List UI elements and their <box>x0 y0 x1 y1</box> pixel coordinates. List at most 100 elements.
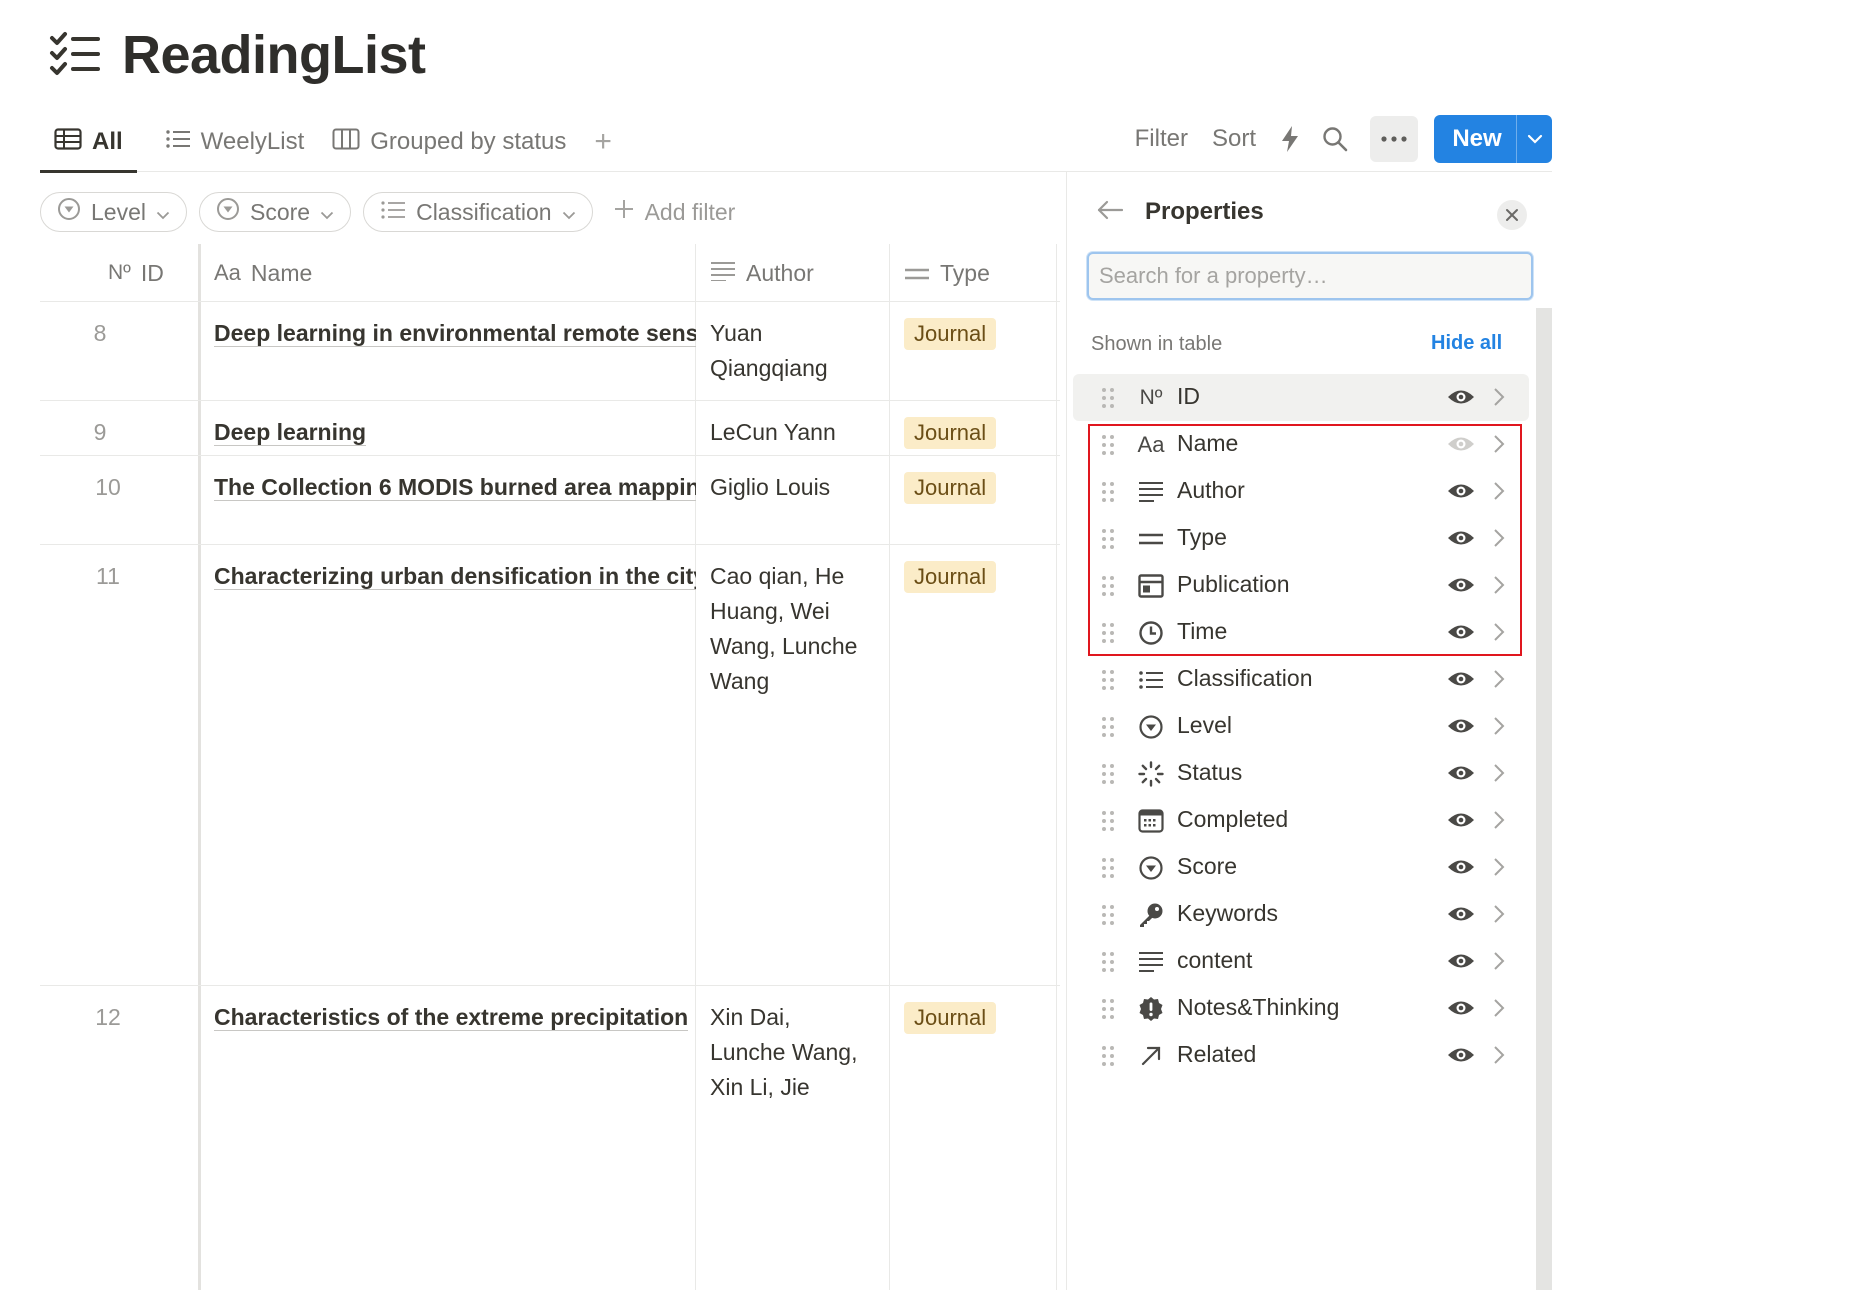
add-view-icon[interactable]: + <box>594 112 612 172</box>
column-header-author[interactable]: Author <box>710 244 814 302</box>
eye-icon[interactable] <box>1447 811 1475 834</box>
filter-button[interactable]: Filter <box>1135 125 1188 153</box>
eye-icon[interactable] <box>1447 717 1475 740</box>
property-item-related[interactable]: Related <box>1073 1032 1529 1079</box>
table-row[interactable]: 8 Deep learning in environmental remote … <box>40 302 1060 401</box>
eye-icon[interactable] <box>1447 435 1475 458</box>
property-item-id[interactable]: Nº ID <box>1073 374 1529 421</box>
new-button[interactable]: New <box>1434 125 1516 153</box>
drag-handle-icon[interactable] <box>1101 434 1115 461</box>
drag-handle-icon[interactable] <box>1101 669 1115 696</box>
column-header-name[interactable]: Aa Name <box>214 244 312 302</box>
row-name[interactable]: Deep learning <box>214 415 696 450</box>
property-item-publication[interactable]: Publication <box>1073 562 1529 609</box>
sort-button[interactable]: Sort <box>1212 125 1256 153</box>
more-options-button[interactable] <box>1370 116 1418 162</box>
chevron-right-icon[interactable] <box>1493 622 1505 647</box>
eye-icon[interactable] <box>1447 1046 1475 1069</box>
close-icon[interactable] <box>1497 200 1527 230</box>
tab-all[interactable]: All <box>40 112 137 173</box>
page-title: ReadingList <box>122 25 426 85</box>
drag-handle-icon[interactable] <box>1101 998 1115 1025</box>
property-item-status[interactable]: Status <box>1073 750 1529 797</box>
chevron-right-icon[interactable] <box>1493 951 1505 976</box>
chevron-right-icon[interactable] <box>1493 434 1505 459</box>
tab-weelylist[interactable]: WeelyList <box>165 112 304 172</box>
drag-handle-icon[interactable] <box>1101 622 1115 649</box>
chevron-right-icon[interactable] <box>1493 810 1505 835</box>
row-name[interactable]: Deep learning in environmental remote se… <box>214 316 696 351</box>
property-search-input[interactable] <box>1087 252 1533 300</box>
eye-icon[interactable] <box>1447 576 1475 599</box>
drag-handle-icon[interactable] <box>1101 716 1115 743</box>
eye-icon[interactable] <box>1447 905 1475 928</box>
add-filter-button[interactable]: Add filter <box>613 198 735 226</box>
chevron-right-icon[interactable] <box>1493 857 1505 882</box>
eye-icon[interactable] <box>1447 999 1475 1022</box>
chevron-right-icon[interactable] <box>1493 1045 1505 1070</box>
chevron-right-icon[interactable] <box>1493 387 1505 412</box>
property-item-time[interactable]: Time <box>1073 609 1529 656</box>
chevron-right-icon[interactable] <box>1493 716 1505 741</box>
chevron-down-icon[interactable] <box>1516 115 1552 163</box>
filter-chip-score[interactable]: Score <box>198 192 352 232</box>
property-item-completed[interactable]: Completed <box>1073 797 1529 844</box>
row-name[interactable]: Characterizing urban densification in th… <box>214 559 696 594</box>
property-item-level[interactable]: Level <box>1073 703 1529 750</box>
drag-handle-icon[interactable] <box>1101 528 1115 555</box>
property-item-type[interactable]: Type <box>1073 515 1529 562</box>
calendar-icon <box>1137 807 1165 835</box>
list-icon <box>165 128 191 156</box>
hide-all-button[interactable]: Hide all <box>1431 332 1502 355</box>
property-item-content[interactable]: content <box>1073 938 1529 985</box>
row-name[interactable]: Characteristics of the extreme precipita… <box>214 1000 696 1035</box>
eye-icon[interactable] <box>1447 858 1475 881</box>
chevron-right-icon[interactable] <box>1493 998 1505 1023</box>
drag-handle-icon[interactable] <box>1101 387 1115 414</box>
chevron-right-icon[interactable] <box>1493 669 1505 694</box>
chevron-right-icon[interactable] <box>1493 575 1505 600</box>
panel-scrollbar[interactable] <box>1536 308 1552 1290</box>
drag-handle-icon[interactable] <box>1101 810 1115 837</box>
arrow-left-icon[interactable] <box>1097 200 1124 225</box>
eye-icon[interactable] <box>1447 529 1475 552</box>
chevron-right-icon[interactable] <box>1493 763 1505 788</box>
eye-icon[interactable] <box>1447 764 1475 787</box>
row-name[interactable]: The Collection 6 MODIS burned area mappi… <box>214 470 696 505</box>
property-item-keywords[interactable]: Keywords <box>1073 891 1529 938</box>
drag-handle-icon[interactable] <box>1101 951 1115 978</box>
chevron-right-icon[interactable] <box>1493 481 1505 506</box>
property-label: Level <box>1177 712 1232 738</box>
drag-handle-icon[interactable] <box>1101 481 1115 508</box>
properties-panel: Properties Shown in table Hide all Nº ID… <box>1066 172 1552 1290</box>
drag-handle-icon[interactable] <box>1101 575 1115 602</box>
property-item-author[interactable]: Author <box>1073 468 1529 515</box>
eye-icon[interactable] <box>1447 623 1475 646</box>
property-item-notes-thinking[interactable]: Notes&Thinking <box>1073 985 1529 1032</box>
search-icon[interactable] <box>1322 126 1348 152</box>
column-header-id[interactable]: Nº ID <box>108 244 164 302</box>
table-row[interactable]: 11 Characterizing urban densification in… <box>40 545 1060 986</box>
table-row[interactable]: 12 Characteristics of the extreme precip… <box>40 986 1060 1290</box>
chevron-right-icon[interactable] <box>1493 528 1505 553</box>
drag-handle-icon[interactable] <box>1101 857 1115 884</box>
eye-icon[interactable] <box>1447 388 1475 411</box>
filter-chip-classification[interactable]: Classification <box>363 192 593 232</box>
column-header-type[interactable]: Type <box>904 244 990 302</box>
property-item-score[interactable]: Score <box>1073 844 1529 891</box>
property-item-name[interactable]: Aa Name <box>1073 421 1529 468</box>
table-row[interactable]: 10 The Collection 6 MODIS burned area ma… <box>40 456 1060 545</box>
drag-handle-icon[interactable] <box>1101 904 1115 931</box>
table-row[interactable]: 9 Deep learning LeCun Yann Journal <box>40 401 1060 456</box>
eye-icon[interactable] <box>1447 952 1475 975</box>
chevron-right-icon[interactable] <box>1493 904 1505 929</box>
filter-chip-level[interactable]: Level <box>40 192 187 232</box>
drag-handle-icon[interactable] <box>1101 763 1115 790</box>
drag-handle-icon[interactable] <box>1101 1045 1115 1072</box>
automation-lightning-icon[interactable] <box>1280 125 1300 153</box>
property-item-classification[interactable]: Classification <box>1073 656 1529 703</box>
eye-icon[interactable] <box>1447 670 1475 693</box>
tab-grouped-by-status[interactable]: Grouped by status <box>332 112 566 172</box>
eye-icon[interactable] <box>1447 482 1475 505</box>
select-icon <box>216 197 240 227</box>
